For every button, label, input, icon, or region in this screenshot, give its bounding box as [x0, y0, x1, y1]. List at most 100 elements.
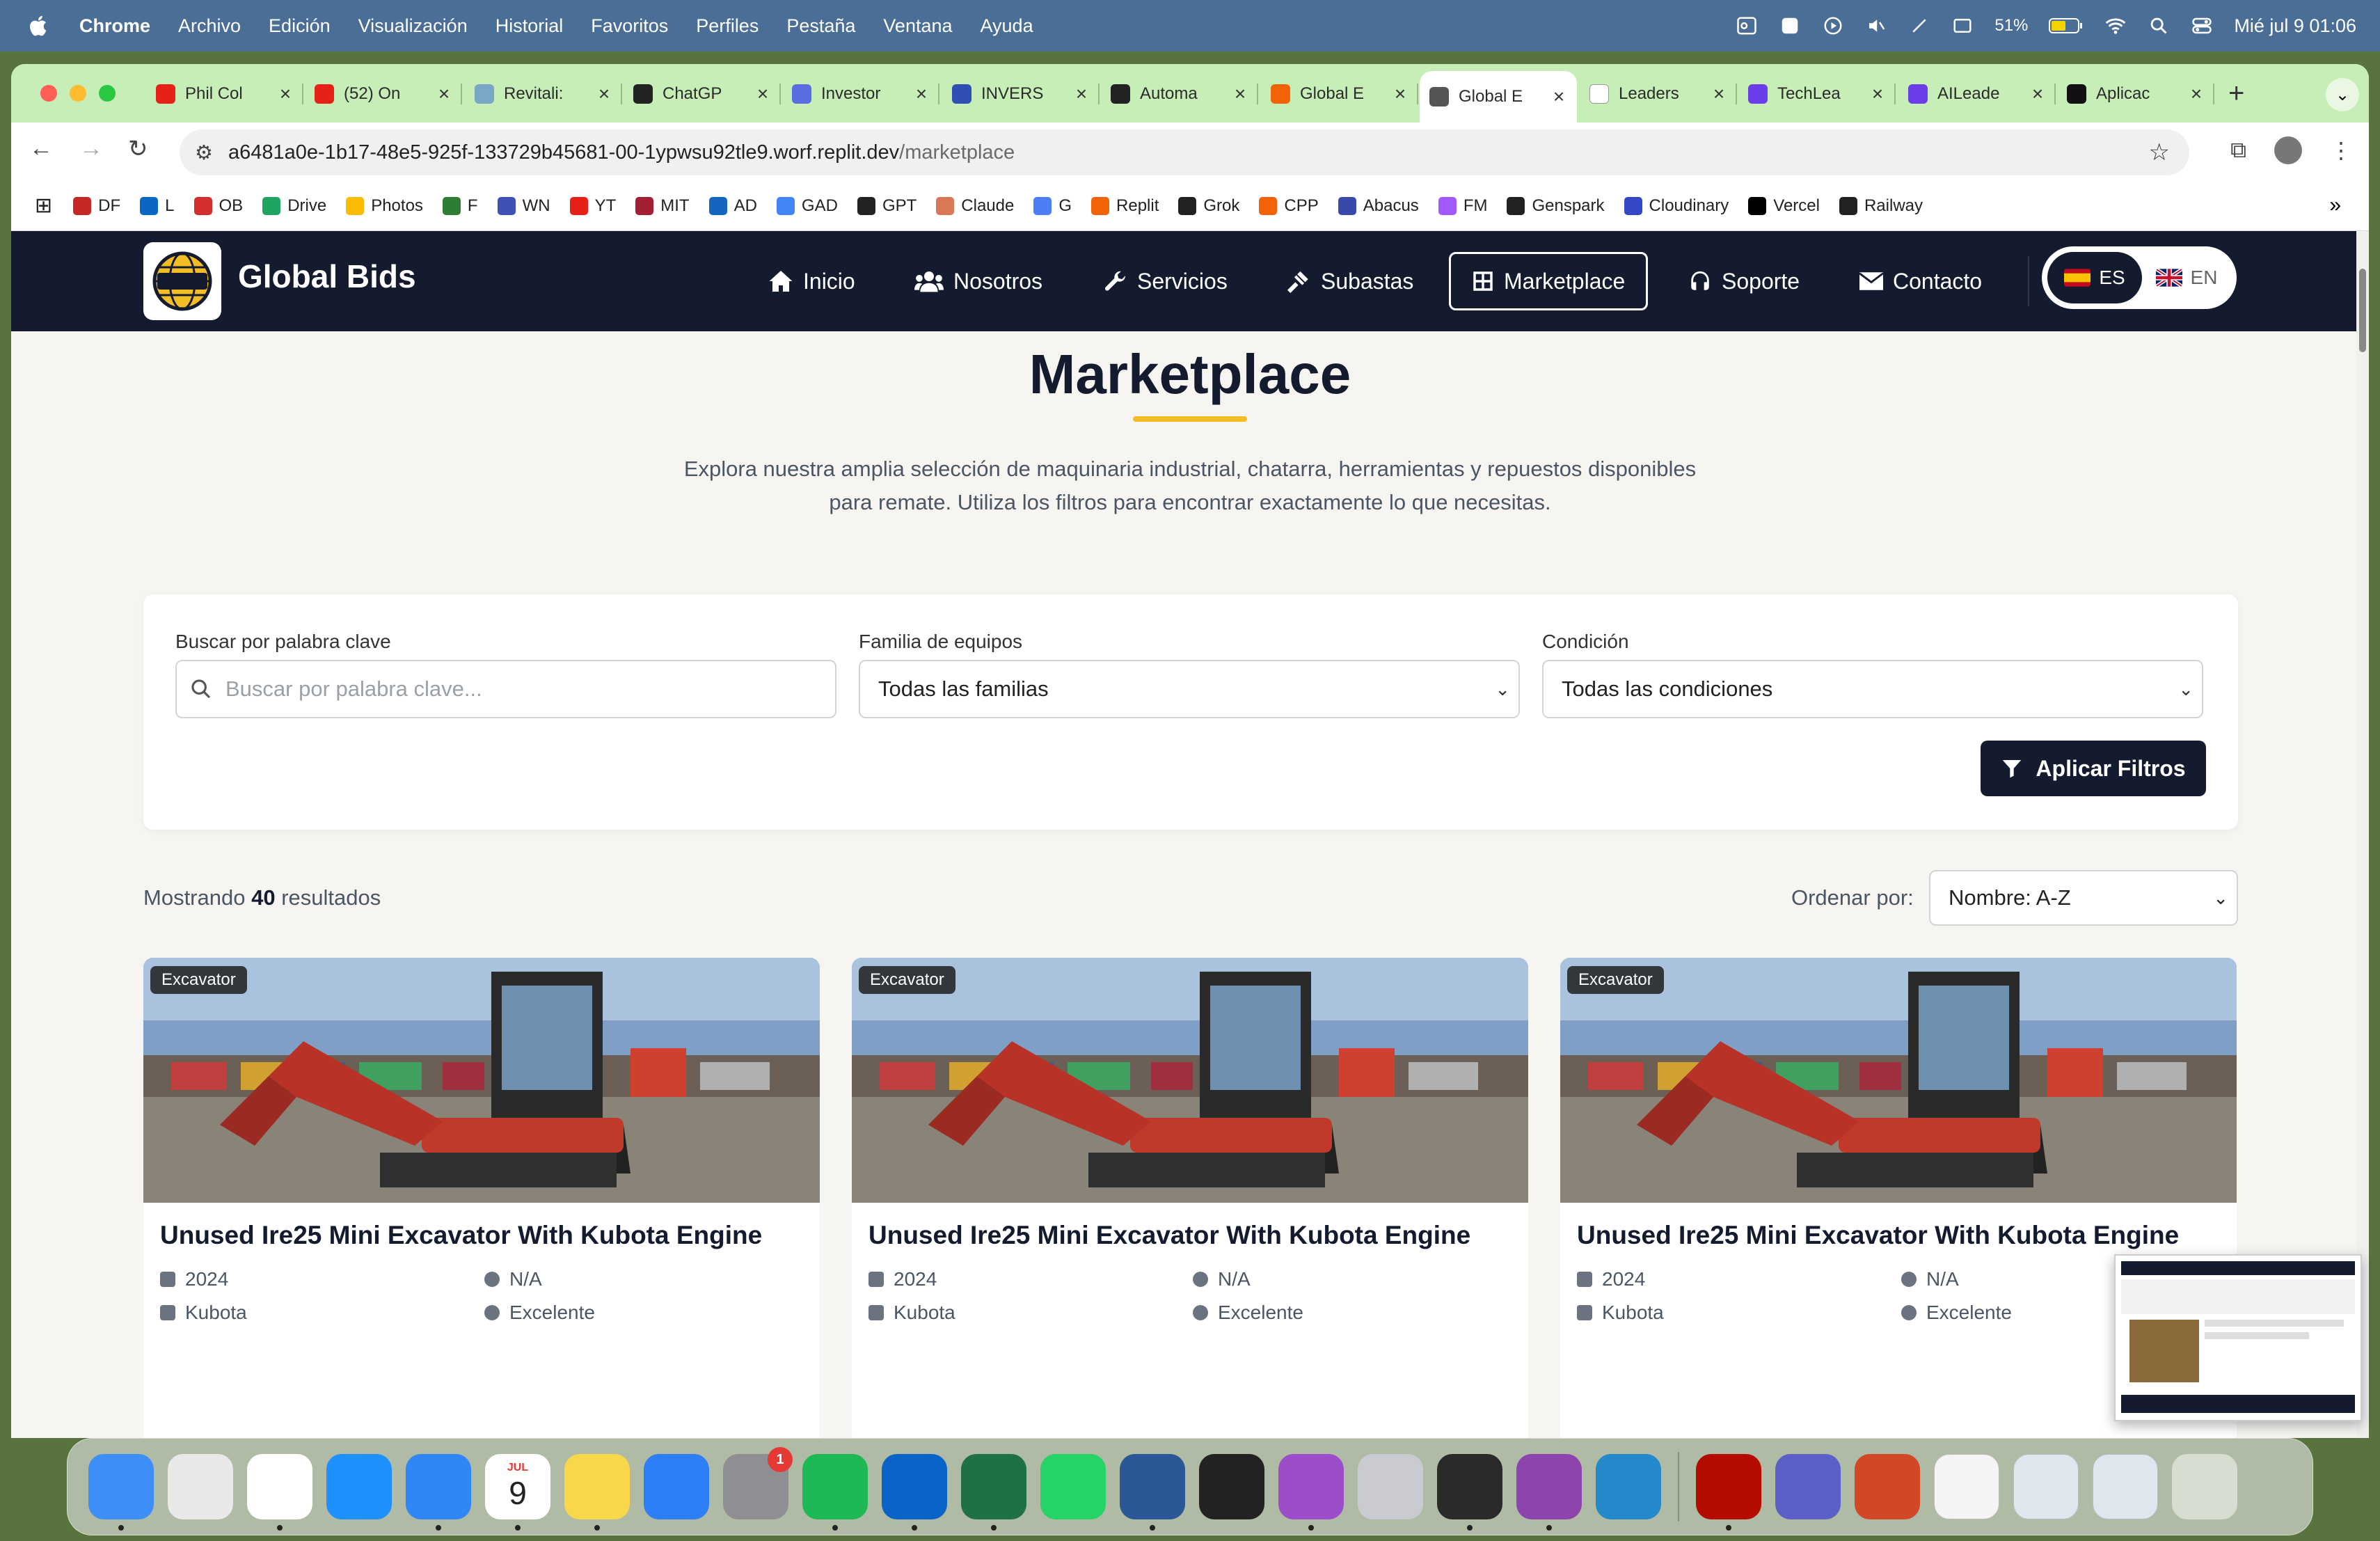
tab-2[interactable]: (52) On ×: [305, 74, 462, 114]
pen-status-icon[interactable]: [1908, 15, 1930, 37]
lang-en-button[interactable]: EN: [2142, 267, 2231, 289]
close-tab-icon[interactable]: ×: [2029, 83, 2046, 105]
tab-3[interactable]: Revitali: ×: [465, 74, 622, 114]
nav-subastas[interactable]: Subastas: [1287, 252, 1413, 310]
menu-favoritos[interactable]: Favoritos: [591, 15, 668, 37]
bookmark-gad[interactable]: GAD: [776, 196, 838, 216]
close-window-button[interactable]: [40, 85, 57, 102]
battery-icon[interactable]: [2049, 15, 2084, 37]
bookmark-ob[interactable]: OB: [193, 196, 243, 216]
trash-icon[interactable]: [2172, 1454, 2237, 1519]
bookmark-grok[interactable]: Grok: [1178, 196, 1239, 216]
close-tab-icon[interactable]: ×: [1869, 83, 1886, 105]
outlook-icon[interactable]: [882, 1454, 947, 1531]
bookmark-photos[interactable]: Photos: [346, 196, 423, 216]
lang-es-button[interactable]: ES: [2047, 252, 2142, 303]
close-tab-icon[interactable]: ×: [2188, 83, 2205, 105]
iphone-mirroring-icon[interactable]: [1358, 1454, 1423, 1519]
screenshot-stack-icon[interactable]: [2093, 1454, 2158, 1519]
product-card[interactable]: Excavator Unused Ire25 Mini Excavator Wit…: [852, 958, 1528, 1438]
apply-filters-button[interactable]: Aplicar Filtros: [1981, 741, 2206, 796]
vscode-icon[interactable]: [1596, 1454, 1661, 1519]
finder-icon[interactable]: [88, 1454, 154, 1531]
github-icon[interactable]: [1516, 1454, 1582, 1531]
bookmark-l[interactable]: L: [140, 196, 175, 216]
menu-chrome[interactable]: Chrome: [79, 15, 150, 37]
notes-icon[interactable]: [564, 1454, 630, 1531]
bookmark-railway[interactable]: Railway: [1839, 196, 1923, 216]
bookmark-cloudinary[interactable]: Cloudinary: [1624, 196, 1729, 216]
sort-select[interactable]: Nombre: A-Z ⌄: [1929, 870, 2238, 926]
close-tab-icon[interactable]: ×: [1073, 83, 1090, 105]
wifi-icon[interactable]: [2104, 15, 2127, 37]
family-select[interactable]: Todas las familias ⌄: [859, 660, 1520, 718]
control-center-icon[interactable]: [2191, 15, 2213, 37]
bookmark-claude[interactable]: Claude: [936, 196, 1014, 216]
menu-pestana[interactable]: Pestaña: [786, 15, 855, 37]
nav-inicio[interactable]: Inicio: [768, 252, 855, 310]
notes-status-icon[interactable]: [1779, 15, 1801, 37]
close-tab-icon[interactable]: ×: [277, 83, 294, 105]
site-settings-icon[interactable]: ⚙: [180, 141, 228, 165]
tab-9[interactable]: Global E ×: [1420, 71, 1577, 123]
bookmark-star-icon[interactable]: ☆: [2149, 139, 2170, 166]
tab-11[interactable]: TechLea ×: [1738, 74, 1896, 114]
menu-historial[interactable]: Historial: [495, 15, 564, 37]
tab-search-button[interactable]: ⌄: [2326, 78, 2359, 111]
bookmark-replit[interactable]: Replit: [1091, 196, 1159, 216]
acrobat-icon[interactable]: [1696, 1454, 1761, 1531]
chrome-icon[interactable]: [247, 1454, 312, 1531]
menu-ventana[interactable]: Ventana: [883, 15, 952, 37]
product-image[interactable]: Excavator: [852, 958, 1528, 1203]
powerpoint-icon[interactable]: [1855, 1454, 1920, 1519]
excel-icon[interactable]: [961, 1454, 1026, 1531]
teams-icon[interactable]: [1775, 1454, 1841, 1519]
new-tab-button[interactable]: +: [2228, 78, 2244, 109]
bookmark-fm[interactable]: FM: [1438, 196, 1487, 216]
fantastical-icon[interactable]: [1199, 1454, 1264, 1519]
safari-icon[interactable]: [326, 1454, 392, 1519]
mail-icon[interactable]: [406, 1454, 471, 1531]
tab-10[interactable]: Leaders ×: [1580, 74, 1737, 114]
launchpad-icon[interactable]: [168, 1454, 233, 1519]
menu-edicion[interactable]: Edición: [269, 15, 331, 37]
replit-icon[interactable]: [1437, 1454, 1502, 1531]
global-bids-logo[interactable]: [143, 242, 221, 320]
chrome-menu-icon[interactable]: ⋮: [2330, 137, 2352, 164]
word-icon[interactable]: [1120, 1454, 1185, 1531]
bookmark-yt[interactable]: YT: [569, 196, 616, 216]
tab-7[interactable]: Automa ×: [1101, 74, 1258, 114]
nav-marketplace[interactable]: Marketplace: [1449, 252, 1649, 310]
bookmark-vercel[interactable]: Vercel: [1748, 196, 1820, 216]
display-status-icon[interactable]: [1951, 15, 1974, 37]
back-arrow-icon[interactable]: ←: [29, 135, 53, 162]
play-status-icon[interactable]: [1822, 15, 1844, 37]
settings-icon[interactable]: 1: [723, 1447, 793, 1519]
extensions-icon[interactable]: ⧉: [2230, 137, 2246, 164]
bookmark-ad[interactable]: AD: [708, 196, 757, 216]
bookmark-abacus[interactable]: Abacus: [1338, 196, 1419, 216]
bookmark-drive[interactable]: Drive: [262, 196, 326, 216]
spotlight-search-icon[interactable]: [2148, 15, 2170, 37]
mute-icon[interactable]: [1865, 15, 1887, 37]
tab-12[interactable]: AILeade ×: [1898, 74, 2056, 114]
zoom-window-button[interactable]: [99, 85, 116, 102]
tab-13[interactable]: Aplicac ×: [2057, 74, 2214, 114]
screenshot-stack-icon[interactable]: [2013, 1454, 2079, 1519]
bookmarks-overflow-icon[interactable]: »: [2329, 193, 2341, 217]
menu-visualizacion[interactable]: Visualización: [358, 15, 468, 37]
outlook-status-icon[interactable]: [1736, 15, 1758, 37]
address-bar[interactable]: ⚙ a6481a0e-1b17-48e5-925f-133729b45681-0…: [180, 129, 2189, 175]
bookmark-cpp[interactable]: CPP: [1259, 196, 1319, 216]
keyword-search-input[interactable]: Buscar por palabra clave...: [175, 660, 836, 718]
pdf-document-icon[interactable]: [1934, 1454, 1999, 1519]
profile-avatar[interactable]: [2274, 136, 2302, 164]
product-title[interactable]: Unused Ire25 Mini Excavator With Kubota …: [1577, 1221, 2179, 1250]
close-tab-icon[interactable]: ×: [913, 83, 930, 105]
bookmark-wn[interactable]: WN: [497, 196, 550, 216]
bookmark-df[interactable]: DF: [73, 196, 120, 216]
circle-app-icon[interactable]: [1278, 1454, 1344, 1531]
condition-select[interactable]: Todas las condiciones ⌄: [1542, 660, 2203, 718]
close-tab-icon[interactable]: ×: [436, 83, 452, 105]
bookmark-f[interactable]: F: [442, 196, 478, 216]
